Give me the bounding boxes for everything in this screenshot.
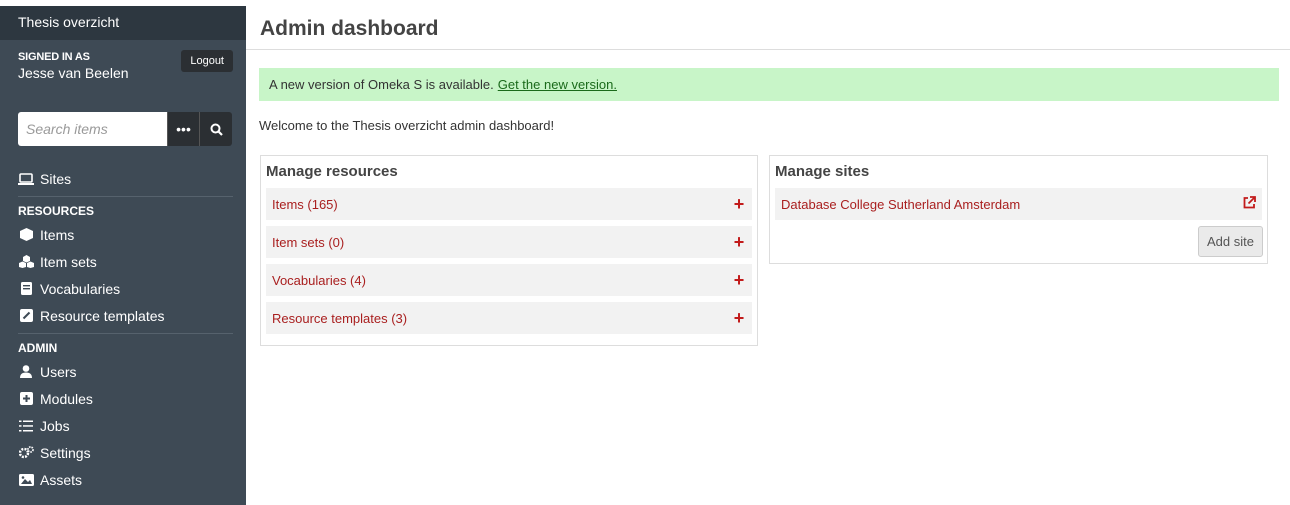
resource-row-items[interactable]: Items (165) +: [266, 188, 752, 220]
resource-row-resource-templates[interactable]: Resource templates (3) +: [266, 302, 752, 334]
sidebar-nav: Sites RESOURCES Items Item sets Vocabula…: [0, 165, 246, 493]
notice-text: A new version of Omeka S is available.: [269, 77, 494, 92]
get-new-version-link[interactable]: Get the new version.: [498, 77, 617, 92]
nav-item-settings[interactable]: Settings: [0, 439, 246, 466]
welcome-text: Welcome to the Thesis overzicht admin da…: [259, 118, 555, 133]
search-icon: [210, 123, 223, 136]
laptop-icon: [18, 172, 34, 185]
nav-label: Modules: [40, 390, 93, 407]
nav-item-modules[interactable]: Modules: [0, 385, 246, 412]
update-notice: A new version of Omeka S is available. G…: [259, 68, 1279, 101]
nav-label: Jobs: [40, 417, 70, 434]
site-title[interactable]: Thesis overzicht: [0, 6, 246, 40]
resource-link[interactable]: Vocabularies (4): [272, 273, 366, 288]
cogs-icon: [18, 446, 34, 459]
resource-row-vocabularies[interactable]: Vocabularies (4) +: [266, 264, 752, 296]
cubes-icon: [18, 255, 34, 268]
plus-icon[interactable]: +: [732, 194, 746, 215]
nav-item-item-sets[interactable]: Item sets: [0, 248, 246, 275]
resource-row-item-sets[interactable]: Item sets (0) +: [266, 226, 752, 258]
manage-resources-panel: Manage resources Items (165) + Item sets…: [260, 155, 758, 346]
nav-label: Items: [40, 226, 75, 243]
resource-link[interactable]: Item sets (0): [272, 235, 344, 250]
plus-square-icon: [18, 392, 34, 405]
cube-icon: [18, 228, 34, 241]
user-icon: [18, 365, 34, 378]
ellipsis-icon: •••: [176, 121, 191, 137]
nav-label: Resource templates: [40, 307, 165, 324]
site-row[interactable]: Database College Sutherland Amsterdam: [775, 188, 1262, 220]
resources-heading: RESOURCES: [18, 204, 95, 218]
panel-title: Manage resources: [266, 163, 398, 180]
nav-item-sites[interactable]: Sites: [0, 165, 246, 192]
nav-item-assets[interactable]: Assets: [0, 466, 246, 493]
site-link[interactable]: Database College Sutherland Amsterdam: [781, 197, 1020, 212]
nav-label: Sites: [40, 170, 72, 187]
sidebar: Thesis overzicht SIGNED IN AS Jesse van …: [0, 6, 246, 505]
image-icon: [18, 473, 34, 486]
plus-icon[interactable]: +: [732, 308, 746, 329]
resource-link[interactable]: Resource templates (3): [272, 311, 407, 326]
search-input[interactable]: [18, 112, 167, 146]
page-header: Admin dashboard: [246, 6, 1290, 50]
nav-label: Assets: [40, 471, 83, 488]
manage-sites-panel: Manage sites Database College Sutherland…: [769, 155, 1268, 264]
edit-square-icon: [18, 309, 34, 322]
external-link-icon[interactable]: [1243, 196, 1256, 212]
panel-title: Manage sites: [775, 163, 870, 180]
tasks-icon: [18, 420, 34, 432]
nav-label: Settings: [40, 444, 91, 461]
book-icon: [18, 282, 34, 295]
admin-heading: ADMIN: [18, 341, 58, 355]
plus-icon[interactable]: +: [732, 270, 746, 291]
logout-button[interactable]: Logout: [181, 50, 233, 72]
nav-item-vocabularies[interactable]: Vocabularies: [0, 275, 246, 302]
nav-item-users[interactable]: Users: [0, 358, 246, 385]
nav-item-jobs[interactable]: Jobs: [0, 412, 246, 439]
nav-label: Users: [40, 363, 77, 380]
advanced-search-button[interactable]: •••: [167, 112, 199, 146]
nav-item-resource-templates[interactable]: Resource templates: [0, 302, 246, 329]
user-block: SIGNED IN AS Jesse van Beelen Logout: [0, 40, 246, 100]
resource-link[interactable]: Items (165): [272, 197, 338, 212]
main-content: Admin dashboard A new version of Omeka S…: [246, 6, 1290, 505]
add-site-button[interactable]: Add site: [1198, 226, 1263, 257]
search-bar: •••: [18, 112, 232, 146]
nav-label: Vocabularies: [40, 280, 121, 297]
search-button[interactable]: [199, 112, 232, 146]
divider: [18, 196, 233, 197]
nav-label: Item sets: [40, 253, 97, 270]
divider: [18, 333, 233, 334]
nav-item-items[interactable]: Items: [0, 221, 246, 248]
page-title: Admin dashboard: [260, 17, 439, 40]
plus-icon[interactable]: +: [732, 232, 746, 253]
